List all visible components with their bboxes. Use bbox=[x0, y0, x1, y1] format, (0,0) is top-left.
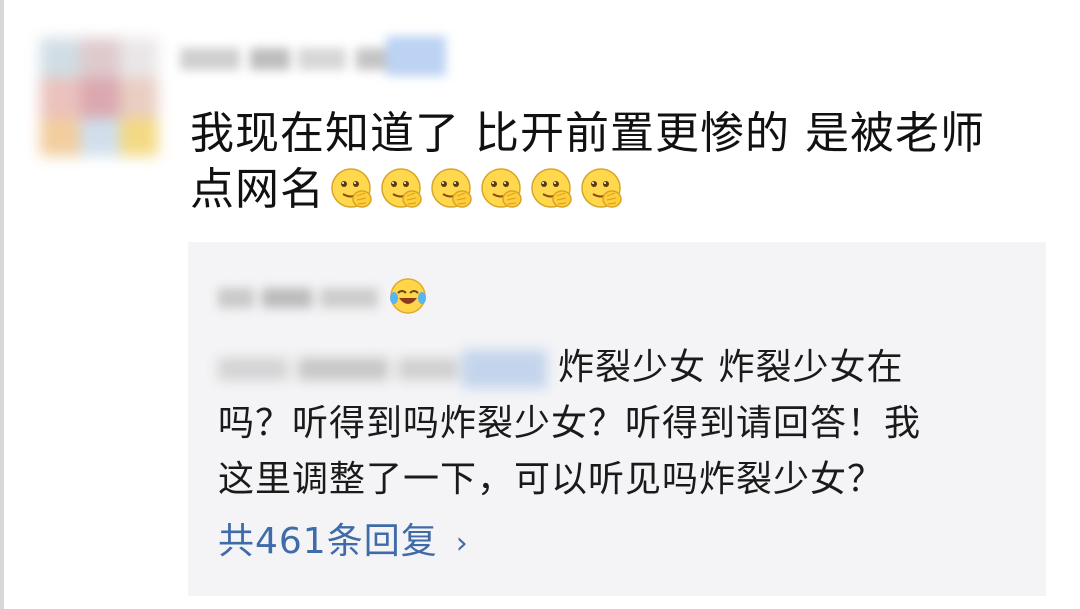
facepalm-smile-emoji-icon bbox=[481, 168, 522, 208]
comment-screen: 我现在知道了 比开前置更惨的 是被老师 点网名 炸裂少女 炸裂少女在 吗？听得到… bbox=[0, 0, 1080, 609]
comment-body: 我现在知道了 比开前置更惨的 是被老师 点网名 bbox=[190, 106, 1050, 218]
reply-preview-panel[interactable]: 炸裂少女 炸裂少女在 吗？听得到吗炸裂少女？听得到请回答！我 这里调整了一下，可… bbox=[188, 242, 1046, 596]
facepalm-smile-emoji-icon bbox=[331, 168, 372, 208]
comment-line-2-text: 点网名 bbox=[190, 164, 325, 215]
facepalm-smile-emoji-icon bbox=[431, 168, 472, 208]
comment-line-1: 我现在知道了 比开前置更惨的 是被老师 bbox=[190, 108, 985, 159]
reply-line-3: 这里调整了一下，可以听见吗炸裂少女？ bbox=[218, 459, 885, 500]
view-replies-link[interactable]: 共461条回复 › bbox=[218, 514, 469, 572]
facepalm-smile-emoji-icon bbox=[531, 168, 572, 208]
reply-line-1: 炸裂少女 炸裂少女在 bbox=[218, 340, 1028, 396]
reply-body: 炸裂少女 炸裂少女在 吗？听得到吗炸裂少女？听得到请回答！我 这里调整了一下，可… bbox=[218, 340, 1028, 508]
comment-line-2: 点网名 bbox=[190, 162, 1050, 218]
chevron-right-icon: › bbox=[455, 526, 469, 561]
avatar[interactable] bbox=[40, 38, 158, 156]
reply-count-label: 共461条回复 bbox=[218, 521, 438, 562]
reply-author-blurred[interactable] bbox=[218, 278, 388, 318]
username-blurred[interactable] bbox=[180, 36, 450, 82]
facepalm-smile-emoji-icon bbox=[581, 168, 622, 208]
facepalm-smile-emoji-icon bbox=[381, 168, 422, 208]
emoji-group bbox=[329, 166, 625, 212]
laughing-tears-emoji-icon bbox=[390, 278, 426, 314]
reply-line-2: 吗？听得到吗炸裂少女？听得到请回答！我 bbox=[218, 403, 922, 444]
reply-line-1-text: 炸裂少女 炸裂少女在 bbox=[558, 347, 904, 388]
left-divider bbox=[0, 0, 4, 609]
